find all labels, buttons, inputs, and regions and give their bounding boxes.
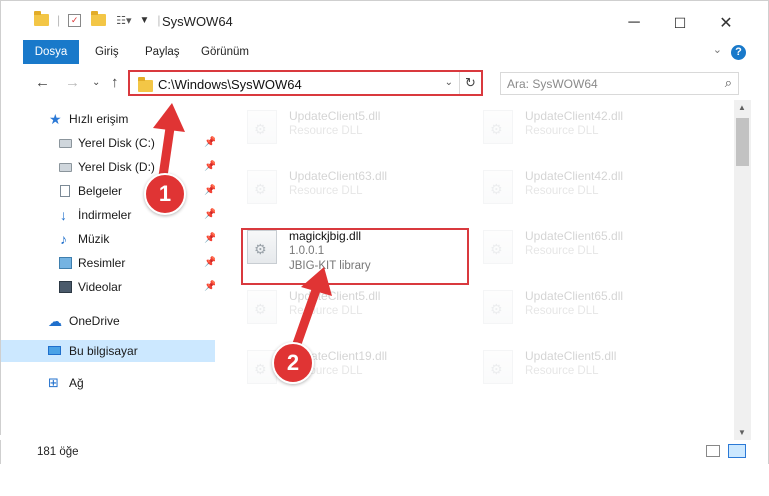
annotation-arrows <box>153 103 332 363</box>
step-marker-2: 2 <box>272 342 314 384</box>
arrow-1-head <box>153 103 185 132</box>
step-marker-1: 1 <box>144 173 186 215</box>
